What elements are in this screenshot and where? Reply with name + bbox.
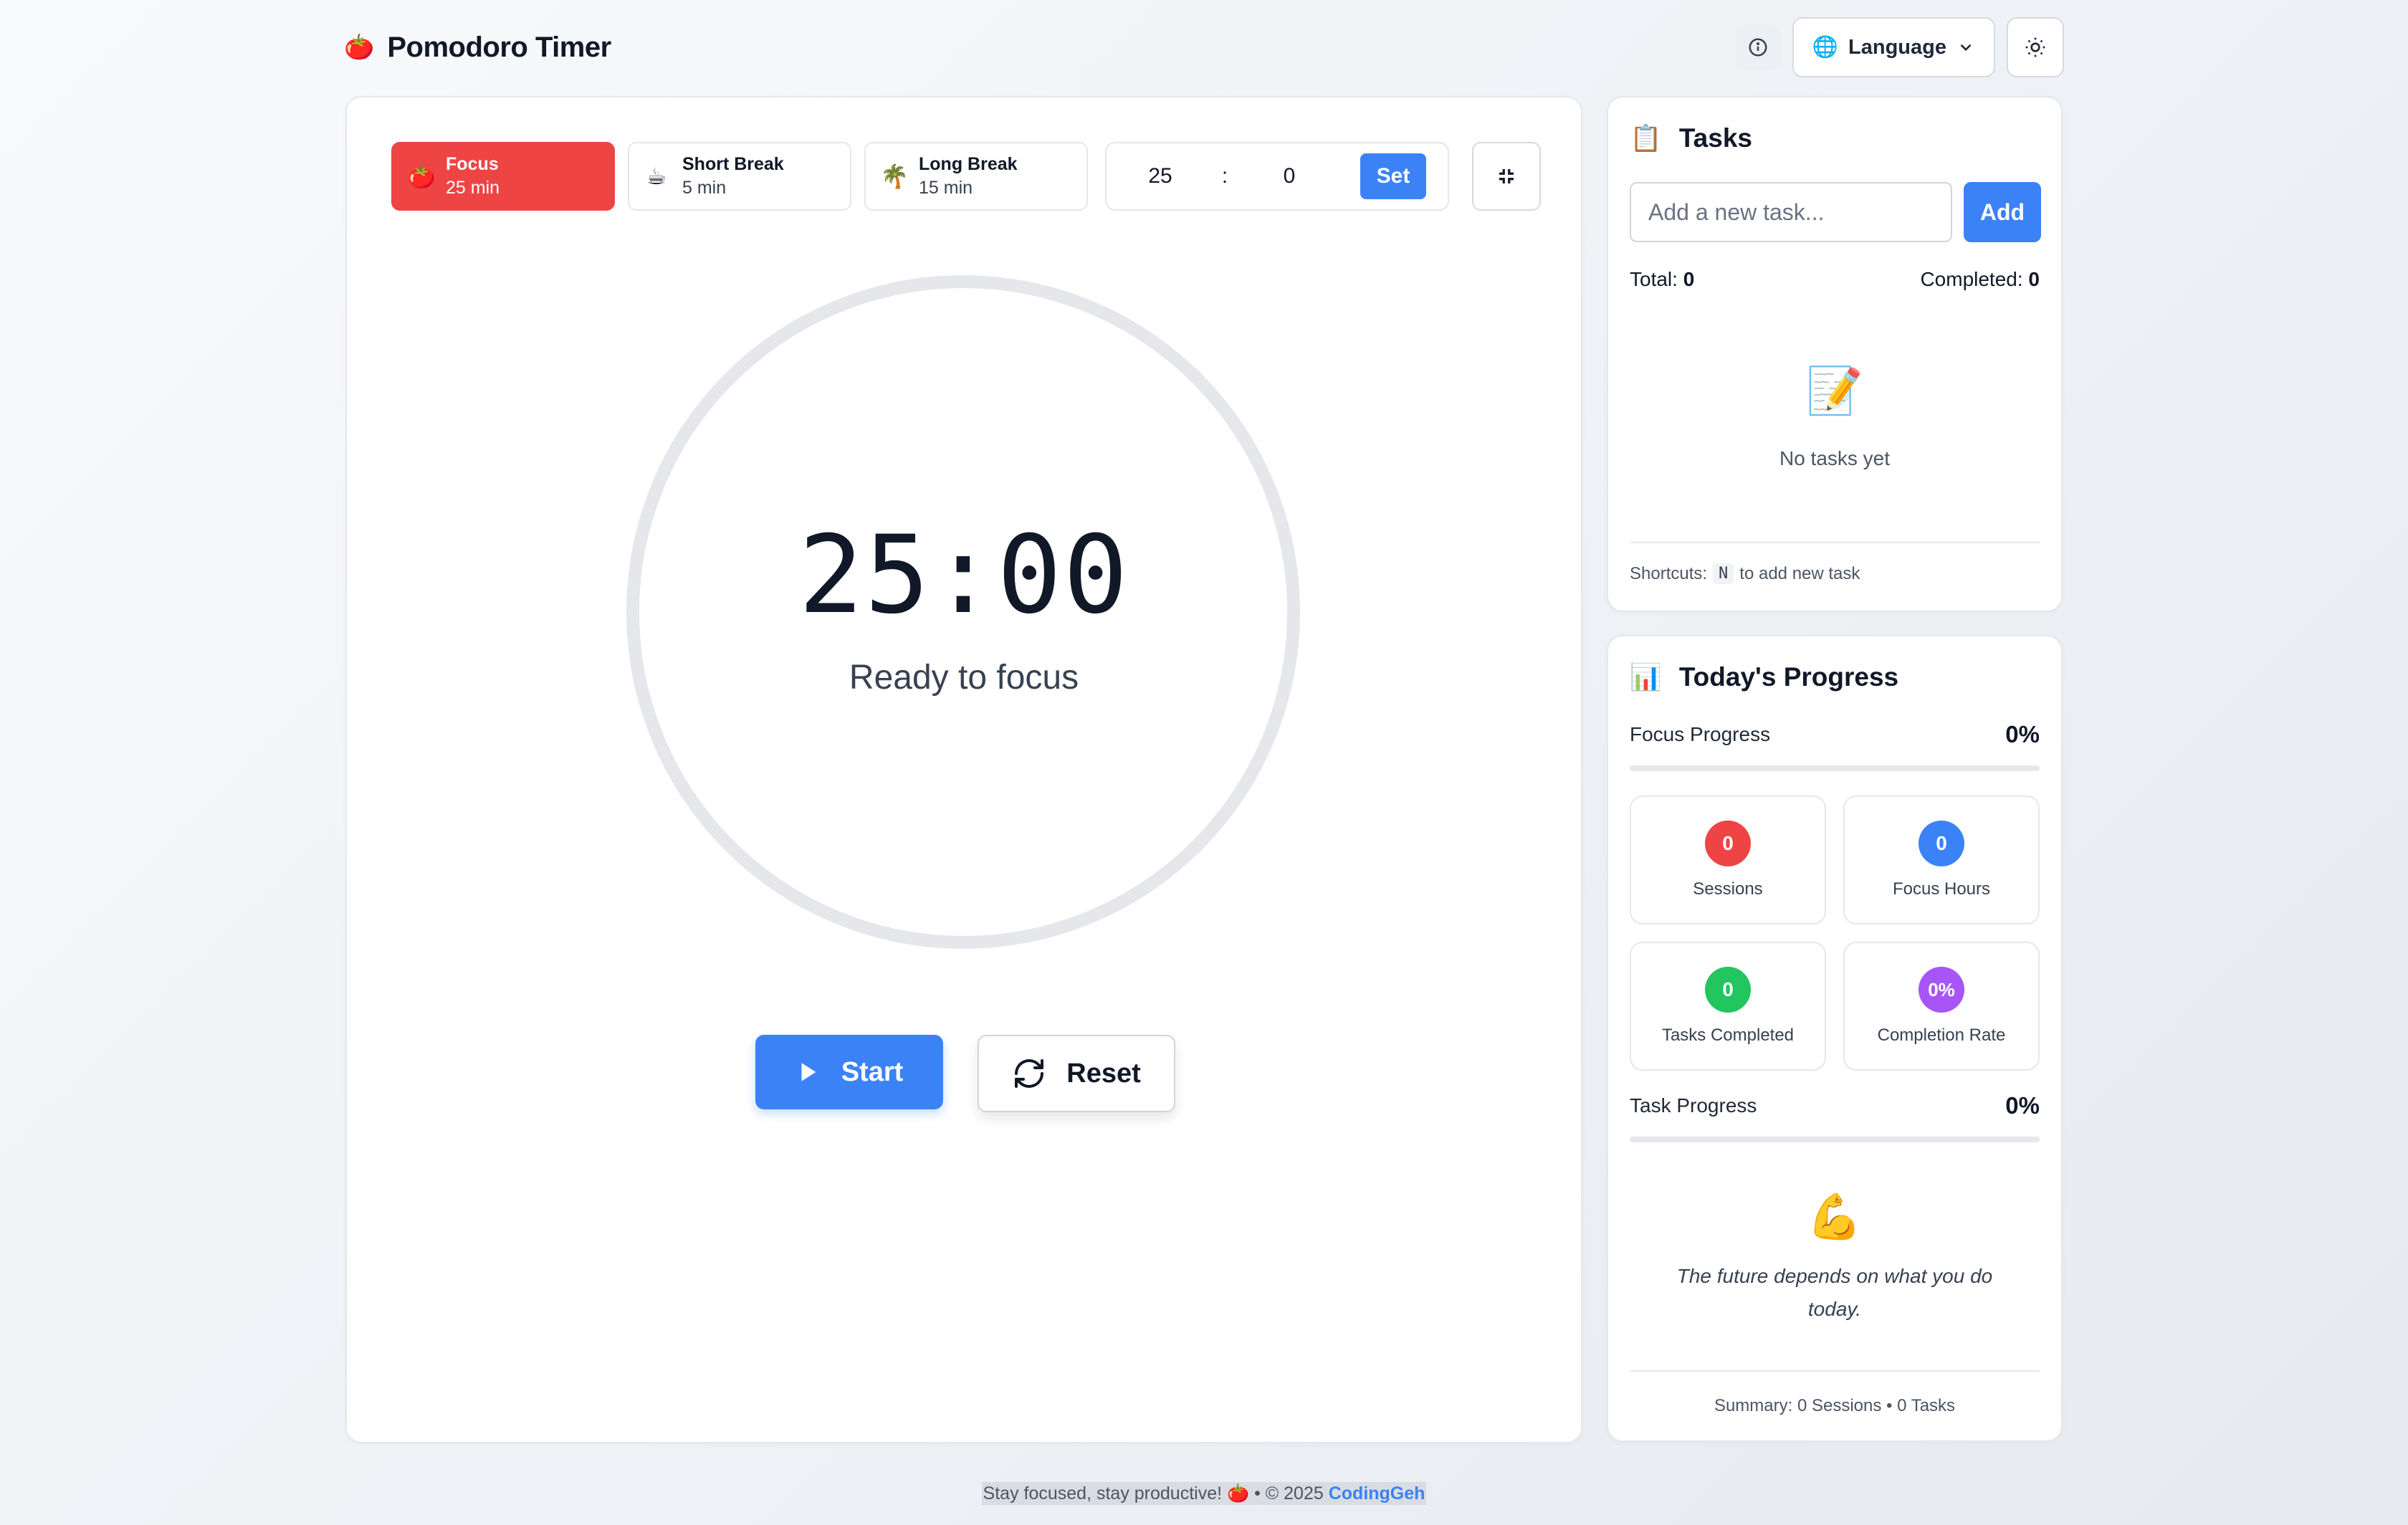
timer-status: Ready to focus — [849, 659, 1079, 697]
stat-label: Completion Rate — [1877, 1026, 2006, 1045]
stat-tasks-completed: 0 Tasks Completed — [1630, 942, 1826, 1071]
task-progress-label: Task Progress — [1630, 1094, 1757, 1117]
empty-tasks-text: No tasks yet — [1779, 447, 1891, 469]
tasks-card: 📋 Tasks Add Total: 0 Completed: 0 📝 No t… — [1607, 96, 2063, 612]
progress-summary: Summary: 0 Sessions • 0 Tasks — [1714, 1396, 1956, 1415]
chevron-down-icon — [1960, 44, 1972, 52]
info-icon — [1749, 38, 1767, 57]
flexed-biceps-icon: 💪 — [1807, 1192, 1863, 1242]
total-count: Total: 0 — [1630, 268, 1695, 290]
task-counts: Total: 0 Completed: 0 — [1630, 268, 2040, 291]
refresh-icon — [1015, 1059, 1044, 1088]
completed-count: Completed: 0 — [1920, 268, 2040, 290]
mode-tab-focus[interactable]: 🍅 Focus 25 min — [391, 142, 615, 211]
shortcuts-hint: Shortcuts: N to add new task — [1630, 563, 1860, 584]
task-progress-row: Task Progress 0% — [1630, 1092, 2040, 1119]
tasks-header: 📋 Tasks — [1630, 123, 1752, 153]
clipboard-icon: 📋 — [1630, 123, 1662, 153]
progress-header: 📊 Today's Progress — [1630, 662, 1898, 692]
fullscreen-button[interactable] — [1472, 142, 1541, 211]
globe-icon: 🌐 — [1812, 36, 1839, 59]
mode-selector: 🍅 Focus 25 min ☕ Short Break 5 min 🌴 Lon… — [391, 142, 1541, 211]
footer-link[interactable]: CodingGeh — [1329, 1483, 1425, 1504]
palm-tree-icon: 🌴 — [880, 163, 909, 189]
mode-tab-long-break[interactable]: 🌴 Long Break 15 min — [864, 142, 1088, 211]
language-label: Language — [1848, 35, 1946, 59]
add-task-button[interactable]: Add — [1964, 182, 2041, 242]
app-header: 🍅 Pomodoro Timer 🌐 Language — [344, 17, 2064, 77]
reset-button[interactable]: Reset — [978, 1035, 1175, 1112]
divider — [1630, 1370, 2040, 1372]
reset-label: Reset — [1066, 1058, 1141, 1089]
stat-focus-hours: 0 Focus Hours — [1843, 795, 2040, 924]
focus-progress-row: Focus Progress 0% — [1630, 721, 2040, 748]
sun-icon — [2025, 37, 2045, 57]
play-icon — [801, 1063, 816, 1081]
app-title: Pomodoro Timer — [387, 31, 611, 63]
tasks-title: Tasks — [1678, 123, 1752, 153]
mode-label: Short Break — [682, 154, 784, 174]
start-label: Start — [841, 1056, 904, 1087]
timer-controls: Start Reset — [755, 1035, 1175, 1112]
stat-sessions: 0 Sessions — [1630, 795, 1826, 924]
progress-card: 📊 Today's Progress Focus Progress 0% 0 S… — [1607, 635, 2063, 1442]
stat-value: 0% — [1919, 967, 1964, 1013]
language-selector[interactable]: 🌐 Language — [1792, 17, 1995, 77]
stat-value: 0 — [1919, 821, 1964, 866]
task-progress-bar — [1630, 1137, 2040, 1142]
brand: 🍅 Pomodoro Timer — [344, 32, 611, 64]
stat-label: Sessions — [1693, 879, 1763, 899]
custom-time-setter: : Set — [1105, 142, 1449, 211]
focus-progress-label: Focus Progress — [1630, 723, 1771, 745]
mode-label: Focus — [446, 154, 499, 174]
custom-seconds-input[interactable] — [1250, 164, 1329, 188]
memo-icon: 📝 — [1806, 365, 1863, 416]
stat-value: 0 — [1705, 821, 1751, 866]
bar-chart-icon: 📊 — [1630, 662, 1662, 692]
tomato-logo-icon: 🍅 — [344, 34, 375, 61]
fullscreen-icon — [1499, 169, 1514, 183]
theme-toggle-button[interactable] — [2007, 17, 2064, 77]
footer-text: Stay focused, stay productive! 🍅 • © 202… — [981, 1482, 1427, 1505]
mode-label: Long Break — [919, 154, 1018, 174]
focus-progress-value: 0% — [2005, 721, 2040, 747]
coffee-icon: ☕ — [646, 163, 667, 189]
mode-duration: 5 min — [682, 178, 727, 198]
timer-display: 25:00 — [798, 513, 1129, 638]
stat-label: Focus Hours — [1892, 879, 1991, 899]
time-separator: : — [1221, 164, 1228, 188]
info-button[interactable] — [1734, 24, 1781, 70]
new-task-input[interactable] — [1630, 182, 1952, 242]
stat-label: Tasks Completed — [1661, 1026, 1795, 1045]
mode-tab-short-break[interactable]: ☕ Short Break 5 min — [628, 142, 851, 211]
timer-card: 🍅 Focus 25 min ☕ Short Break 5 min 🌴 Lon… — [345, 96, 1582, 1443]
focus-progress-bar — [1630, 765, 2040, 771]
mode-duration: 25 min — [446, 178, 500, 198]
footer: Stay focused, stay productive! 🍅 • © 202… — [0, 1482, 2408, 1505]
task-progress-value: 0% — [2005, 1092, 2040, 1119]
start-button[interactable]: Start — [755, 1035, 943, 1109]
progress-title: Today's Progress — [1678, 662, 1899, 692]
stats-grid: 0 Sessions 0 Focus Hours 0 Tasks Complet… — [1630, 795, 2040, 1071]
tomato-icon: 🍅 — [407, 163, 436, 189]
stat-value: 0 — [1705, 967, 1751, 1013]
shortcut-key: N — [1713, 563, 1734, 584]
motivational-quote: The future depends on what you do today. — [1676, 1265, 1993, 1320]
mode-duration: 15 min — [919, 178, 973, 198]
divider — [1630, 542, 2040, 543]
stat-completion-rate: 0% Completion Rate — [1843, 942, 2040, 1071]
header-actions: 🌐 Language — [1734, 17, 2064, 77]
set-time-button[interactable]: Set — [1360, 153, 1426, 199]
custom-minutes-input[interactable] — [1121, 164, 1200, 188]
